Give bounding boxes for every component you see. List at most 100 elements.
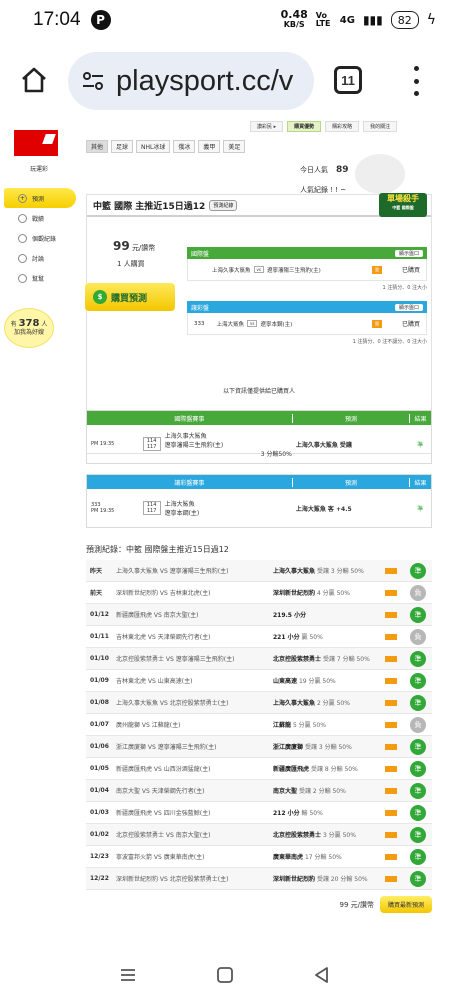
charging-icon: ϟ	[426, 12, 436, 28]
history-pick: 上海久事大鯊魚 2 分贏 50%	[273, 700, 350, 707]
mascot-image	[355, 154, 405, 194]
show-odds-button[interactable]: 顯示盤口	[394, 303, 423, 311]
status-bar: 17:04 P 0.48 KB/S Vo LTE 4G ▮▮▮ 82 ϟ	[0, 0, 450, 40]
home-icon[interactable]	[20, 66, 48, 94]
history-row: 01/04 南京大聖 VS 天津榮鋼先行者(主) 南京大聖 受讓 2 分輸 50% 準	[86, 780, 432, 802]
pk-foot: 1 注猜分、0 注不讓分、0 注大小	[352, 339, 427, 345]
history-date: 01/08	[90, 699, 109, 706]
sidebar-item-history[interactable]: 個觀紀錄	[4, 228, 76, 248]
home-nav-icon[interactable]	[216, 966, 234, 984]
category-tab[interactable]: 足球	[111, 140, 134, 153]
buy-prediction-button[interactable]: $ 購買預測	[85, 283, 175, 311]
battery-icon: 82	[390, 11, 419, 29]
intl-table: 國際盤賽事 預測 結果 PM 19:35 114 117 上海久事大鯊魚 遼寧瀋陽三生飛…	[86, 410, 432, 464]
history-date: 01/03	[90, 809, 109, 816]
history-row: 01/06 浙江廣廈獅 VS 遼寧瀋陽三生飛豹(主) 浙江廣廈獅 受讓 3 分輸 5…	[86, 736, 432, 758]
odds-tag	[385, 743, 397, 750]
history-match: 吉林東北虎 VS 天津榮鋼先行者(主)	[116, 634, 211, 641]
topnav-item[interactable]: 讚彩民 ▸	[250, 120, 284, 132]
history-date: 01/07	[90, 721, 109, 728]
sidebar-item-predict[interactable]: + 預測	[4, 188, 76, 208]
odds-tag	[385, 677, 397, 684]
history-pick: 山東高速 19 分贏 50%	[273, 678, 336, 685]
table-header: 國際盤賽事 預測 結果	[87, 411, 431, 425]
history-row: 01/07 廣州龍獅 VS 江蘇龍(主) 江蘇龍 5 分贏 50% 負	[86, 714, 432, 736]
address-bar[interactable]: playsport.cc/v	[68, 52, 314, 110]
volte-icon: Vo LTE	[315, 11, 331, 28]
back-icon[interactable]	[313, 966, 331, 984]
history-match: 浙江廣廈獅 VS 遼寧瀋陽三生飛豹(主)	[116, 744, 217, 751]
sidebar-item-help[interactable]: 幫幫	[4, 268, 76, 288]
odds-tag	[385, 765, 397, 772]
topnav-item[interactable]: 購彩攻略	[325, 120, 360, 132]
result-badge: 準	[410, 672, 426, 689]
web-content: 玩運彩 + 預測 戰績 個觀紀錄 討論 幫幫 有 378 人 加我為好嫂 讚彩民 …	[0, 120, 450, 950]
sidebar-item-discuss[interactable]: 討論	[4, 248, 76, 268]
category-tab[interactable]: 俄冰	[173, 140, 196, 153]
fans-bulb[interactable]: 有 378 人 加我為好嫂	[4, 308, 54, 348]
footer-buy: 99 元/讚幣 購買最新預測	[86, 896, 432, 913]
killer-badge: 單場殺手 中籃 國際盤	[379, 193, 427, 217]
buy-latest-button[interactable]: 購買最新預測	[379, 896, 432, 913]
history-row: 01/05 新疆廣匯飛虎 VS 山西汾酒猛龍(主) 新疆廣匯飛虎 受讓 8 分輸 5…	[86, 758, 432, 780]
pk-lottery: 讓彩盤 顯示盤口 333 上海大鯊魚 vs 遼寧本鋼(主) 盤已購買 1 注猜分、0 注不…	[187, 301, 427, 348]
history-row: 01/10 北京控股紫禁勇士 VS 遼寧瀋陽三生飛豹(主) 北京控股紫禁勇士 受讓 …	[86, 648, 432, 670]
odds-tag	[385, 633, 397, 640]
history-match: 新疆廣匯飛虎 VS 山西汾酒猛龍(主)	[116, 766, 211, 773]
result-badge: 負	[410, 584, 426, 601]
result-badge: 準	[410, 760, 426, 777]
history-match: 北京控股紫禁勇士 VS 遼寧瀋陽三生飛豹(主)	[116, 656, 235, 663]
category-tab[interactable]: 義甲	[198, 140, 221, 153]
topnav-item[interactable]: 我的關注	[363, 120, 398, 132]
recents-icon[interactable]	[119, 966, 137, 984]
list-caption: 以下資訊僅提供給已購買人	[222, 388, 295, 395]
site-logo[interactable]	[14, 130, 58, 156]
history-date: 12/23	[90, 853, 109, 860]
table-row: 333 PM 19:35 114 117 上海大鯊魚 遼寧本鋼(主) 上海大鯊魚 客 …	[91, 501, 424, 517]
history-pick: 南京大聖 受讓 2 分輸 50%	[273, 788, 346, 795]
price: 99 元/讚幣	[113, 239, 156, 253]
history-match: 寧波富邦火箭 VS 廣東華南虎(主)	[116, 854, 205, 861]
history-date: 01/02	[90, 831, 109, 838]
show-odds-button[interactable]: 顯示盤口	[394, 249, 423, 257]
topnav-item[interactable]: 購買優勢	[287, 120, 322, 132]
odds-tag	[385, 567, 397, 574]
buyers-count: 1 人購買	[117, 260, 145, 268]
odds-tag	[385, 721, 397, 728]
result-badge: 準	[410, 562, 426, 579]
overflow-menu-icon[interactable]	[412, 66, 420, 96]
odds-tag	[385, 875, 397, 882]
history-date: 01/06	[90, 743, 109, 750]
sidebar-item-record[interactable]: 戰績	[4, 208, 76, 228]
category-tab[interactable]: 其他	[86, 140, 109, 153]
history-match: 南京大聖 VS 天津榮鋼先行者(主)	[116, 788, 205, 795]
history-row: 01/09 吉林東北虎 VS 山東高速(主) 山東高速 19 分贏 50% 準	[86, 670, 432, 692]
pk-foot: 1 注猜分、0 注大小	[382, 285, 427, 291]
history-match: 新疆廣匯飛虎 VS 南京大聖(主)	[116, 612, 199, 619]
history-row: 01/02 北京控股紫禁勇士 VS 南京大聖(主) 北京控股紫禁勇士 3 分贏 50…	[86, 824, 432, 846]
site-settings-icon[interactable]	[82, 70, 104, 92]
category-tab[interactable]: 美足	[223, 140, 246, 153]
pk-row: 上海久事大鯊魚 vs 遼寧瀋陽三生飛豹(主) 盤已購買	[187, 259, 427, 281]
history-pick: 上海久事大鯊魚 受讓 3 分輸 50%	[273, 568, 364, 575]
result-badge: 準	[410, 650, 426, 667]
history-pick: 212 小分 輸 50%	[273, 810, 323, 817]
history-match: 深圳新世紀烈豹 VS 北京控股紫禁勇士(主)	[116, 876, 229, 883]
coin-icon: $	[93, 290, 107, 304]
tab-switcher-button[interactable]: 11	[334, 66, 362, 94]
record-button[interactable]: 預測紀錄	[209, 199, 238, 211]
history-row: 01/08 上海久事大鯊魚 VS 北京控股紫禁勇士(主) 上海久事大鯊魚 2 分贏 …	[86, 692, 432, 714]
result-badge: 準	[410, 848, 426, 865]
odds-tag	[385, 699, 397, 706]
history-date: 01/11	[90, 633, 109, 640]
pk-header: 讓彩盤 顯示盤口	[187, 301, 427, 313]
category-tab[interactable]: NHL冰球	[136, 140, 171, 153]
history-match: 上海久事大鯊魚 VS 北京控股紫禁勇士(主)	[116, 700, 229, 707]
table-row: PM 19:35 114 117 上海久事大鯊魚 遼寧瀋陽三生飛豹(主) 3 分輸50…	[91, 432, 424, 458]
history-row: 昨天 上海久事大鯊魚 VS 遼寧瀋陽三生飛豹(主) 上海久事大鯊魚 受讓 3 分輸 …	[86, 560, 432, 582]
signal-icon: ▮▮▮	[362, 13, 383, 27]
history-pick: 北京控股紫禁勇士 受讓 7 分輸 50%	[273, 656, 370, 663]
chat-icon	[18, 213, 27, 223]
history-match: 北京控股紫禁勇士 VS 南京大聖(主)	[116, 832, 211, 839]
history-pick: 北京控股紫禁勇士 3 分贏 50%	[273, 832, 356, 839]
